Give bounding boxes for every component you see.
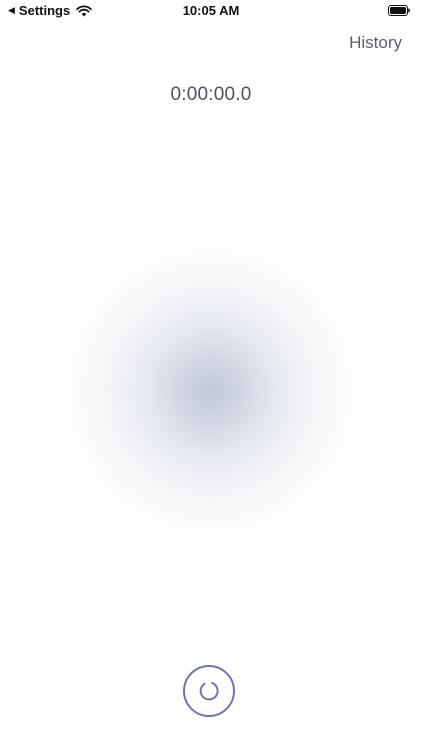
record-button[interactable] xyxy=(183,665,235,717)
timer-display: 0:00:00.0 xyxy=(170,84,252,105)
history-button[interactable]: History xyxy=(349,33,402,53)
status-bar: ◀ Settings 10:05 AM xyxy=(0,0,422,24)
audio-visualizer-blob xyxy=(51,231,371,551)
status-time: 10:05 AM xyxy=(182,3,240,18)
spinner-icon xyxy=(199,682,219,701)
battery-icon xyxy=(388,5,410,16)
